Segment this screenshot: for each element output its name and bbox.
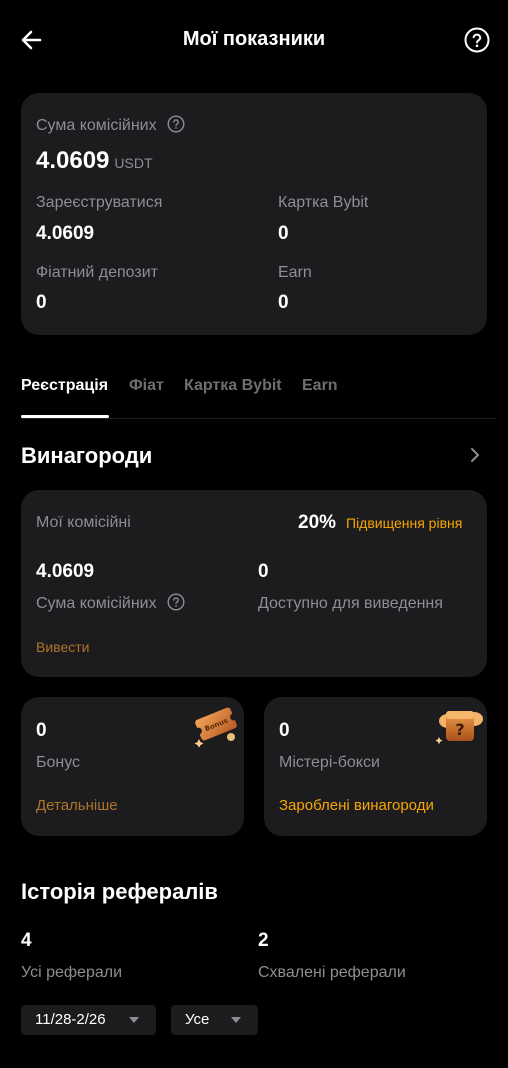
mystery-box-label: Містері-бокси xyxy=(279,754,380,771)
mystery-box-value: 0 xyxy=(279,720,290,741)
register-label: Зареєструватися xyxy=(36,194,163,211)
bonus-card: 0 Бонус Детальніше Bonus xyxy=(21,697,244,836)
commission-summary-card: Сума комісійних 4.0609 USDT Зареєструвати… xyxy=(21,93,487,335)
total-commission-value: 4.0609 USDT xyxy=(36,147,153,175)
question-circle-icon[interactable] xyxy=(167,593,185,611)
rewards-card: Мої комісійні 20% Підвищення рівня 4.060… xyxy=(21,490,487,677)
my-commissions-label: Мої комісійні xyxy=(36,514,131,531)
date-range-value: 11/28-2/26 xyxy=(35,1011,106,1028)
commission-rate: 20% xyxy=(298,512,337,533)
caret-down-icon xyxy=(129,1017,139,1023)
question-circle-icon[interactable] xyxy=(167,115,185,133)
approved-referrals-value: 2 xyxy=(258,930,269,951)
caret-down-icon xyxy=(231,1017,241,1023)
withdraw-link[interactable]: Вивести xyxy=(36,639,89,655)
bonus-value: 0 xyxy=(36,720,47,741)
upgrade-level-link[interactable]: Підвищення рівня xyxy=(346,515,462,531)
tab-fiat[interactable]: Фіат xyxy=(129,377,164,395)
status-value: Усе xyxy=(185,1011,210,1028)
status-dropdown[interactable]: Усе xyxy=(171,1005,258,1035)
commission-sum-label-text: Сума комісійних xyxy=(36,595,157,612)
commission-sum-value: 4.0609 xyxy=(36,561,95,582)
earn-label: Earn xyxy=(278,264,312,281)
page-title: Мої показники xyxy=(182,28,326,50)
currency-unit: USDT xyxy=(114,155,153,171)
all-referrals-label: Усі реферали xyxy=(21,964,123,981)
category-tabs: Реєстрація Фіат Картка Bybit Earn xyxy=(21,373,496,419)
tab-registration[interactable]: Реєстрація xyxy=(21,377,108,395)
bonus-details-link[interactable]: Детальніше xyxy=(36,797,118,814)
earn-value: 0 xyxy=(278,292,289,313)
svg-text:?: ? xyxy=(455,720,464,739)
mystery-box-icon: ? xyxy=(434,705,486,747)
total-commission-label-text: Сума комісійних xyxy=(36,117,157,134)
bonus-label: Бонус xyxy=(36,754,81,771)
bonus-ticket-icon: Bonus xyxy=(191,701,241,748)
available-label: Доступно для виведення xyxy=(258,595,443,612)
referral-history-title: Історія рефералів xyxy=(21,879,218,904)
rewards-title: Винагороди xyxy=(21,443,153,468)
bybit-card-label: Картка Bybit xyxy=(278,194,369,211)
all-referrals-value: 4 xyxy=(21,930,32,951)
available-value: 0 xyxy=(258,561,269,582)
top-bar: Мої показники xyxy=(0,0,508,80)
help-icon[interactable] xyxy=(464,27,490,53)
bybit-card-value: 0 xyxy=(278,223,289,244)
total-commission-label: Сума комісійних xyxy=(36,115,185,135)
chevron-right-icon[interactable] xyxy=(466,446,484,464)
tab-earn[interactable]: Earn xyxy=(302,377,338,395)
mystery-box-card: 0 Містері-бокси Зароблені винагороди ? xyxy=(264,697,487,836)
fiat-deposit-label: Фіатний депозит xyxy=(36,264,158,281)
earned-rewards-link[interactable]: Зароблені винагороди xyxy=(279,797,434,814)
date-range-dropdown[interactable]: 11/28-2/26 xyxy=(21,1005,156,1035)
active-tab-indicator xyxy=(21,415,109,418)
commission-sum-label: Сума комісійних xyxy=(36,593,185,613)
total-commission-amount: 4.0609 xyxy=(36,147,110,174)
approved-referrals-label: Схвалені реферали xyxy=(258,964,406,981)
tab-bybit-card[interactable]: Картка Bybit xyxy=(184,377,282,395)
fiat-deposit-value: 0 xyxy=(36,292,47,313)
register-value: 4.0609 xyxy=(36,223,95,244)
